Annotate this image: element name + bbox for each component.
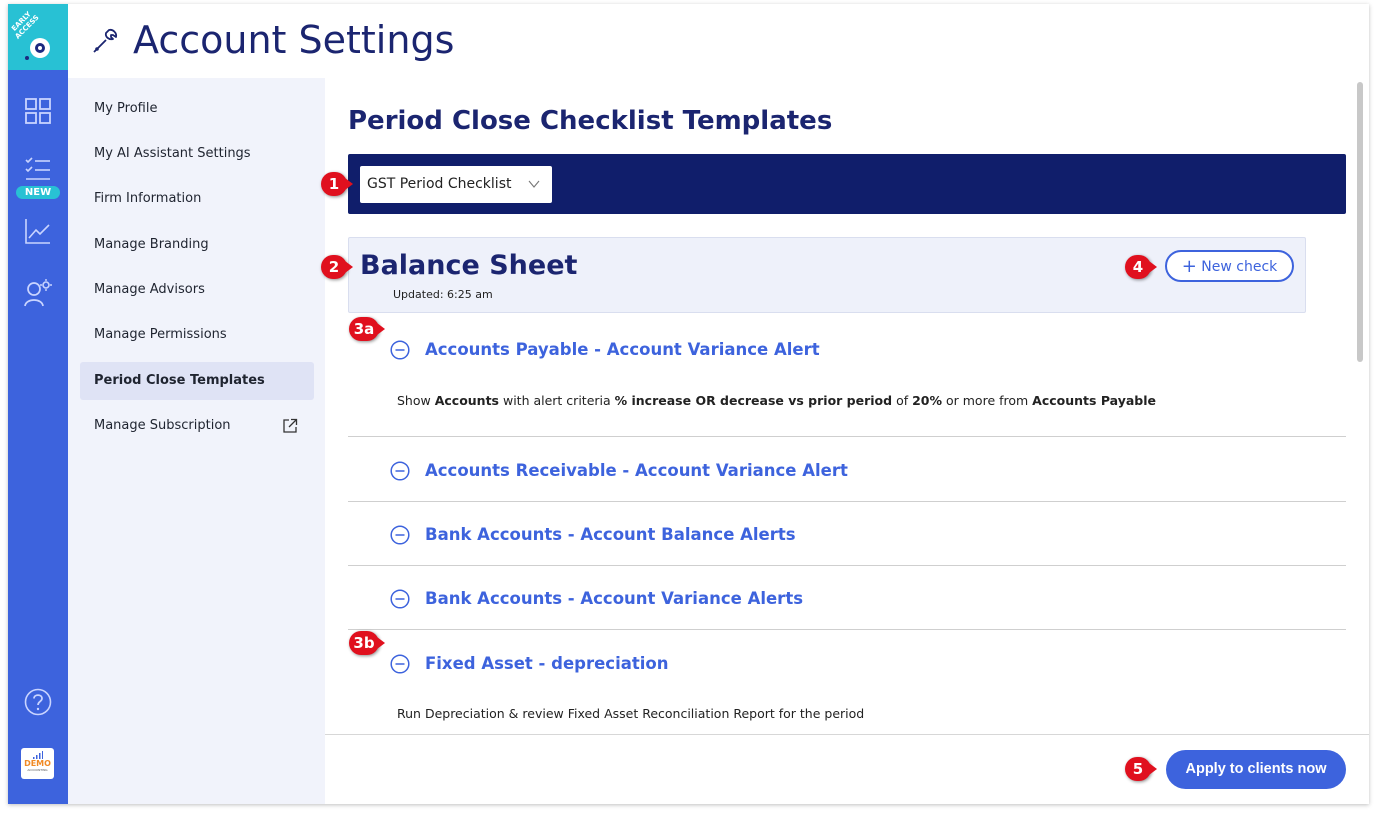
main-panel: Period Close Checklist Templates GST Per… (325, 78, 1369, 734)
collapse-icon[interactable] (390, 589, 410, 609)
demo-label: DEMO (24, 759, 51, 768)
apply-to-clients-button[interactable]: Apply to clients now (1166, 750, 1346, 789)
dashboard-grid-icon[interactable] (23, 96, 53, 126)
check-title-fixed-asset-depreciation[interactable]: Fixed Asset - depreciation (425, 654, 668, 673)
logo-dot (25, 56, 29, 60)
demo-sub-label: ACCOUNTING (27, 768, 48, 772)
external-link-icon (283, 418, 298, 433)
collapse-icon[interactable] (390, 340, 410, 360)
page-title: Account Settings (133, 18, 455, 62)
collapse-icon[interactable] (390, 654, 410, 674)
check-title-accounts-payable[interactable]: Accounts Payable - Account Variance Aler… (425, 340, 820, 359)
vertical-scrollbar[interactable] (1357, 82, 1363, 362)
menu-item-manage-advisors[interactable]: Manage Advisors (80, 271, 314, 309)
check-description: Run Depreciation & review Fixed Asset Re… (397, 706, 865, 721)
check-title-bank-variance-alerts[interactable]: Bank Accounts - Account Variance Alerts (425, 589, 803, 608)
app-window: EARLY ACCESS NEW DEMO ACCOUNTING Account… (8, 4, 1369, 804)
step-marker-3b: 3b (349, 631, 385, 655)
new-badge: NEW (16, 186, 60, 199)
step-marker-1: 1 (321, 172, 353, 196)
user-settings-icon[interactable] (23, 278, 53, 308)
settings-menu: My Profile My AI Assistant Settings Firm… (68, 78, 325, 804)
plus-icon: + (1181, 256, 1197, 277)
collapse-icon[interactable] (390, 525, 410, 545)
menu-item-manage-branding[interactable]: Manage Branding (80, 226, 314, 264)
step-marker-3a: 3a (349, 317, 385, 341)
footer-bar: Apply to clients now (325, 734, 1369, 804)
logo[interactable]: EARLY ACCESS (8, 4, 68, 70)
menu-item-period-close-templates[interactable]: Period Close Templates (80, 362, 314, 400)
wrench-icon (93, 28, 118, 53)
template-select-bar: GST Period Checklist (348, 154, 1346, 214)
checklist-icon[interactable] (23, 154, 53, 184)
help-icon[interactable] (23, 687, 53, 717)
group-title: Balance Sheet (360, 250, 578, 281)
section-title: Period Close Checklist Templates (348, 106, 833, 136)
collapse-icon[interactable] (390, 461, 410, 481)
step-marker-2: 2 (321, 255, 353, 279)
check-title-bank-balance-alerts[interactable]: Bank Accounts - Account Balance Alerts (425, 525, 796, 544)
new-check-button[interactable]: + New check (1165, 250, 1294, 282)
left-rail: EARLY ACCESS NEW DEMO ACCOUNTING (8, 4, 68, 804)
divider (348, 436, 1346, 437)
divider (348, 565, 1346, 566)
step-marker-4: 4 (1125, 255, 1157, 279)
check-description: Show Accounts with alert criteria % incr… (397, 393, 1156, 408)
template-select-value: GST Period Checklist (367, 176, 512, 192)
divider (348, 501, 1346, 502)
new-check-label: New check (1201, 259, 1278, 275)
menu-item-label: Manage Subscription (94, 418, 231, 433)
check-title-accounts-receivable[interactable]: Accounts Receivable - Account Variance A… (425, 461, 848, 480)
balance-sheet-group: Balance Sheet Updated: 6:25 am + New che… (348, 237, 1306, 313)
demo-accounting-avatar[interactable]: DEMO ACCOUNTING (21, 748, 54, 779)
menu-item-my-profile[interactable]: My Profile (80, 90, 314, 128)
menu-item-ai-assistant-settings[interactable]: My AI Assistant Settings (80, 135, 314, 173)
step-marker-5: 5 (1125, 757, 1157, 781)
group-updated-time: Updated: 6:25 am (393, 288, 493, 301)
template-select[interactable]: GST Period Checklist (360, 166, 552, 203)
menu-item-manage-permissions[interactable]: Manage Permissions (80, 316, 314, 354)
divider (348, 629, 1346, 630)
menu-item-firm-information[interactable]: Firm Information (80, 180, 314, 218)
logo-mark (35, 43, 45, 53)
bars-icon (33, 751, 43, 759)
chart-trend-icon[interactable] (23, 216, 53, 246)
chevron-down-icon (528, 180, 540, 188)
menu-item-manage-subscription[interactable]: Manage Subscription (80, 407, 314, 445)
